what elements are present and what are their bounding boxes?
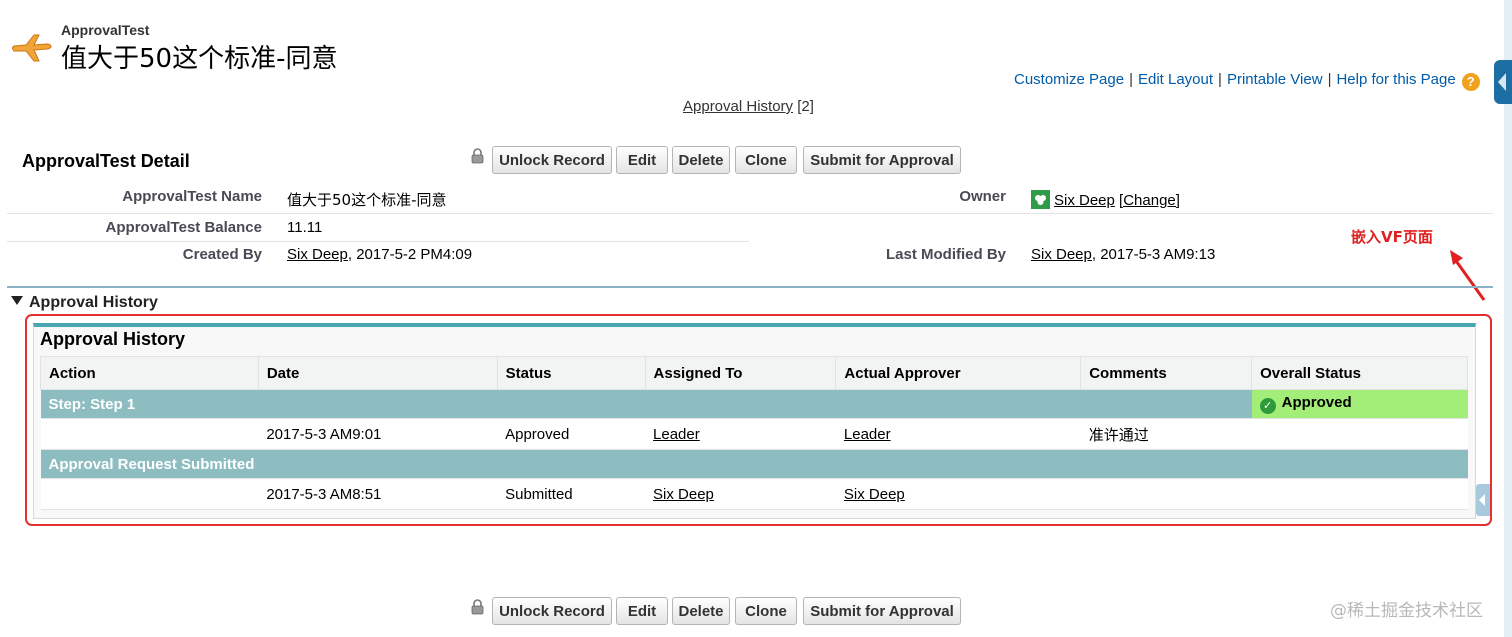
field-label-created-by: Created By (182, 246, 262, 263)
owner-link[interactable]: Six Deep (1054, 192, 1115, 209)
approval-history-table: Action Date Status Assigned To Actual Ap… (40, 356, 1468, 510)
cell-comments (1080, 478, 1252, 510)
vf-scroll-handle[interactable] (1476, 484, 1490, 516)
step-label: Approval Request Submitted (40, 449, 1468, 479)
submit-for-approval-button-bottom[interactable]: Submit for Approval (803, 597, 961, 625)
cell-overall-status (1251, 478, 1468, 510)
modified-date: , 2017-5-3 AM9:13 (1091, 246, 1216, 263)
actual-approver-link[interactable]: Leader (844, 426, 891, 443)
column-header-action: Action (40, 356, 259, 390)
edit-button[interactable]: Edit (616, 146, 668, 174)
cell-comments: 准许通过 (1080, 418, 1252, 450)
field-value-name: 值大于50这个标准-同意 (287, 191, 447, 209)
delete-button-bottom[interactable]: Delete (672, 597, 730, 625)
customize-page-link[interactable]: Customize Page (1014, 71, 1124, 88)
detail-section-title: ApprovalTest Detail (22, 151, 190, 171)
change-owner-link[interactable]: [Change] (1119, 192, 1180, 209)
column-header-date: Date (257, 356, 498, 390)
lock-icon (471, 148, 484, 164)
clone-button-bottom[interactable]: Clone (735, 597, 797, 625)
cell-action (40, 418, 259, 450)
column-header-assigned-to: Assigned To (644, 356, 837, 390)
cell-action (40, 478, 259, 510)
link-separator: | (1327, 71, 1332, 88)
cell-overall-status (1251, 418, 1468, 450)
cell-assigned-to: Six Deep (645, 478, 836, 510)
object-type-label: ApprovalTest (61, 22, 150, 38)
actual-approver-link[interactable]: Six Deep (844, 486, 905, 503)
cell-date: 2017-5-3 AM8:51 (258, 478, 498, 510)
cell-status: Submitted (497, 478, 646, 510)
created-by-user-link[interactable]: Six Deep (287, 246, 348, 263)
airplane-icon (12, 34, 52, 62)
approval-history-count: [2] (797, 98, 814, 115)
link-separator: | (1129, 71, 1133, 88)
check-icon: ✓ (1259, 398, 1276, 414)
unlock-record-button[interactable]: Unlock Record (492, 146, 612, 174)
approval-history-link[interactable]: Approval History (683, 98, 793, 115)
overall-status-cell: ✓ Approved (1251, 389, 1468, 419)
submit-for-approval-button[interactable]: Submit for Approval (803, 146, 961, 174)
printable-view-link[interactable]: Printable View (1227, 71, 1323, 88)
cell-assigned-to: Leader (645, 418, 836, 450)
record-title: 值大于50这个标准-同意 (61, 44, 338, 74)
help-icon[interactable]: ? (1461, 73, 1480, 91)
table-header-row: Action Date Status Assigned To Actual Ap… (40, 356, 1468, 390)
annotation-label: 嵌入VF页面 (1351, 228, 1433, 246)
help-link[interactable]: Help for this Page (1336, 71, 1455, 88)
user-avatar-icon (1031, 190, 1050, 209)
cell-actual-approver: Leader (835, 418, 1081, 450)
field-value-owner: Six Deep [Change] (1031, 190, 1180, 209)
field-label-balance: ApprovalTest Balance (105, 219, 262, 236)
field-value-created-by: Six Deep, 2017-5-2 PM4:09 (287, 246, 472, 263)
modified-by-user-link[interactable]: Six Deep (1031, 246, 1092, 263)
cell-date: 2017-5-3 AM9:01 (258, 418, 498, 450)
step-group-row: Approval Request Submitted (40, 449, 1468, 479)
table-row: 2017-5-3 AM8:51 Submitted Six Deep Six D… (40, 478, 1468, 510)
column-header-overall-status: Overall Status (1251, 356, 1468, 390)
link-separator: | (1218, 71, 1222, 88)
column-header-comments: Comments (1080, 356, 1253, 390)
created-by-date: , 2017-5-2 PM4:09 (347, 246, 473, 263)
field-label-owner: Owner (959, 188, 1006, 205)
header-links: Customize Page | Edit Layout | Printable Vie… (1014, 71, 1480, 91)
step-label: Step: Step 1 (40, 389, 1252, 419)
assigned-to-link[interactable]: Six Deep (653, 486, 714, 503)
divider (7, 213, 1493, 214)
field-value-balance: 11.11 (287, 219, 323, 236)
lock-icon (471, 599, 484, 615)
watermark: @稀土掘金技术社区 (1330, 601, 1483, 621)
collapse-triangle-icon[interactable] (11, 296, 23, 305)
approval-history-section-title: Approval History (29, 294, 158, 311)
field-label-last-modified-by: Last Modified By (885, 246, 1006, 263)
step-group-row: Step: Step 1 ✓ Approved (40, 389, 1468, 419)
collapse-sidebar-tab[interactable] (1494, 60, 1512, 104)
related-list-hover-link: Approval History [2] (683, 98, 814, 115)
overall-status-value: Approved (1281, 394, 1352, 411)
column-header-actual-approver: Actual Approver (835, 356, 1082, 390)
divider (7, 241, 749, 242)
column-header-status: Status (496, 356, 646, 390)
delete-button[interactable]: Delete (672, 146, 730, 174)
assigned-to-link[interactable]: Leader (653, 426, 700, 443)
unlock-record-button-bottom[interactable]: Unlock Record (492, 597, 612, 625)
vf-panel-title: Approval History (40, 329, 186, 349)
cell-actual-approver: Six Deep (835, 478, 1081, 510)
approval-history-section-toggle[interactable]: Approval History (11, 294, 158, 312)
clone-button[interactable]: Clone (735, 146, 797, 174)
annotation-arrow (1450, 250, 1486, 301)
field-label-name: ApprovalTest Name (122, 188, 262, 205)
edit-button-bottom[interactable]: Edit (616, 597, 668, 625)
field-value-last-modified-by: Six Deep, 2017-5-3 AM9:13 (1031, 246, 1215, 263)
cell-status: Approved (497, 418, 646, 450)
edit-layout-link[interactable]: Edit Layout (1138, 71, 1213, 88)
table-row: 2017-5-3 AM9:01 Approved Leader Leader 准… (40, 418, 1468, 450)
section-divider (7, 286, 1493, 288)
